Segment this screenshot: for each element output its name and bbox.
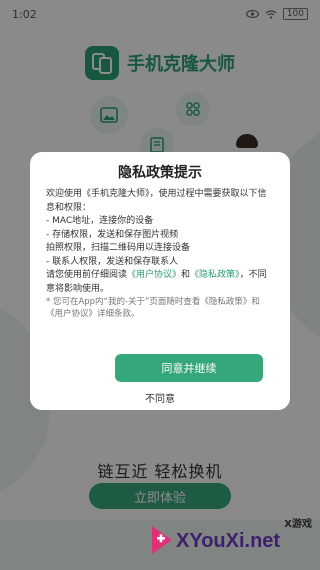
privacy-policy-link[interactable]: 《隐私政策》 (190, 270, 240, 280)
dialog-title: 隐私政策提示 (118, 165, 202, 181)
dialog-note: * 您可在App内“我的-关于”页面随时查看《隐私政策》和《用户协议》详细条款。 (46, 297, 260, 319)
permission-item: - MAC地址，连接你的设备 (46, 216, 154, 226)
gamepad-logo-icon (152, 526, 172, 554)
permission-item: 拍照权限，扫描二维码用以连接设备 (46, 243, 191, 253)
privacy-dialog: 隐私政策提示 欢迎使用《手机克隆大师》，使用过程中需要获取以下信息和权限： - … (30, 152, 290, 410)
dialog-intro: 欢迎使用《手机克隆大师》，使用过程中需要获取以下信息和权限： (46, 189, 267, 213)
and-text: 和 (181, 270, 191, 280)
disagree-button[interactable]: 不同意 (30, 390, 290, 405)
read-notice: 请您使用前仔细阅读《用户协议》和《隐私政策》，不同意将影响使用。 (46, 269, 274, 296)
site-watermark: X游戏 XYouXi.net (146, 512, 320, 570)
permission-item: - 存储权限，发送和保存图片视频 (46, 229, 179, 240)
watermark-tag: X游戏 (284, 519, 312, 530)
read-prefix: 请您使用前仔细阅读 (46, 270, 128, 280)
permission-item: - 联系人权限，发送和保存联系人 (46, 256, 179, 267)
agree-continue-button[interactable]: 同意并继续 (115, 354, 263, 382)
dialog-body: 欢迎使用《手机克隆大师》，使用过程中需要获取以下信息和权限： - MAC地址，连… (46, 188, 274, 320)
watermark-text: XYouXi.net (176, 530, 281, 552)
user-agreement-link[interactable]: 《用户协议》 (127, 270, 181, 280)
